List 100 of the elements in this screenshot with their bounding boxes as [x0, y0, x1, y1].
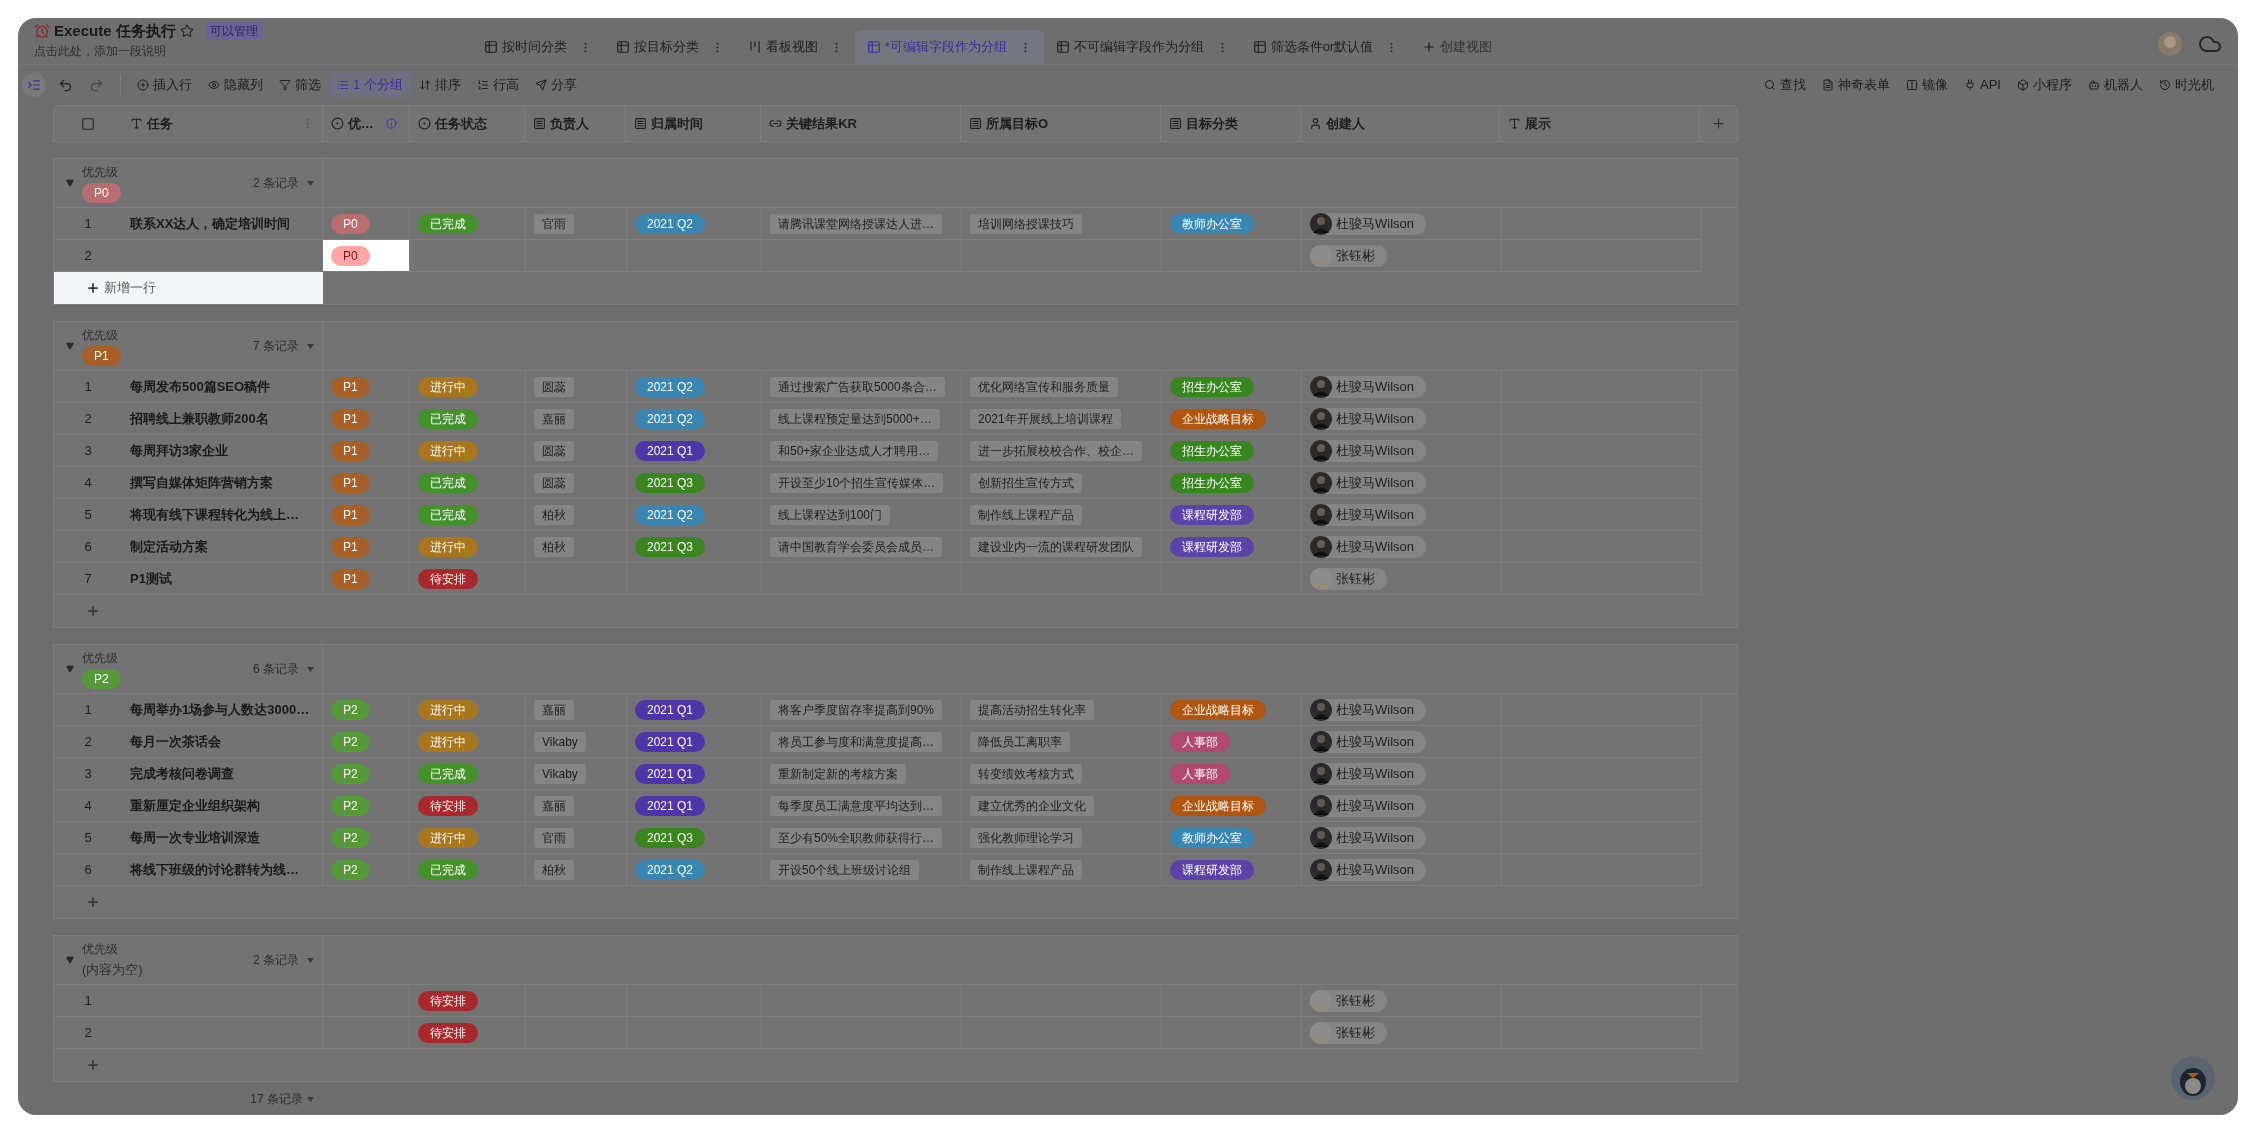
view-tab[interactable]: *可编辑字段作为分组	[854, 30, 1044, 64]
clock-icon	[34, 22, 50, 39]
record-count[interactable]: 6 条记录	[253, 660, 299, 678]
view-tab[interactable]: 按时间分类	[471, 30, 604, 64]
row-number: 2	[84, 1023, 92, 1042]
toolbar-button[interactable]: 查找	[1760, 75, 1811, 95]
table-cell[interactable]: P1	[323, 499, 410, 531]
table-cell[interactable]: P2	[323, 822, 410, 854]
priority-tag: P0	[331, 245, 370, 266]
sidebar-toggle[interactable]	[22, 73, 46, 97]
task-name: 将现有线下课程转化为线上…	[130, 505, 299, 524]
plus-icon	[86, 895, 100, 909]
toolbar-button[interactable]: 行高	[468, 72, 527, 98]
task-name: P1测试	[130, 569, 172, 588]
column-header[interactable]: 展示	[1500, 106, 1701, 141]
member-name: 杜骏马Wilson	[1336, 537, 1414, 556]
table-cell[interactable]: P2	[323, 790, 410, 822]
star-icon[interactable]	[179, 23, 194, 38]
category-tag: 课程研发部	[1170, 504, 1254, 525]
mirror-icon	[1906, 79, 1919, 91]
column-header[interactable]: 所属目标O	[960, 106, 1161, 141]
caret-icon[interactable]	[307, 1096, 314, 1102]
view-tab[interactable]: 筛选条件or默认值	[1240, 30, 1411, 64]
redo-icon[interactable]	[89, 77, 104, 93]
toolbar-button[interactable]: 排序	[410, 72, 469, 98]
view-tab[interactable]: 不可编辑字段作为分组	[1043, 30, 1241, 64]
form-icon	[1822, 79, 1835, 91]
column-header[interactable]: 归属时间	[626, 106, 762, 141]
avatar-icon[interactable]	[2158, 32, 2182, 56]
category-tag: 企业战略目标	[1170, 699, 1266, 720]
table-cell[interactable]: P2	[323, 854, 410, 886]
toolbar-button[interactable]: 筛选	[271, 72, 329, 98]
member-name: 杜骏马Wilson	[1336, 377, 1414, 396]
member-name: 杜骏马Wilson	[1336, 732, 1414, 751]
collapse-icon[interactable]	[66, 665, 74, 673]
group-value-tag: P2	[82, 669, 121, 689]
priority-tag: P2	[331, 859, 370, 880]
add-row-button[interactable]: 新增一行	[54, 272, 323, 304]
undo-icon[interactable]	[58, 77, 73, 93]
column-header[interactable]: 目标分类	[1160, 106, 1301, 141]
member-name: 杜骏马Wilson	[1336, 700, 1414, 719]
column-header[interactable]: 创建人	[1300, 106, 1501, 141]
caret-icon[interactable]	[307, 343, 314, 349]
collapse-icon[interactable]	[66, 342, 74, 350]
view-tab[interactable]: 看板视图	[735, 30, 855, 64]
toolbar-button[interactable]: 1 个分组	[329, 72, 411, 98]
caret-icon[interactable]	[307, 180, 314, 186]
caret-icon[interactable]	[307, 957, 314, 963]
caret-icon[interactable]	[307, 666, 314, 672]
history-icon	[2159, 79, 2171, 91]
linked-record: 线上课程达到100门	[770, 504, 891, 525]
toolbar-button[interactable]: 分享	[526, 72, 585, 98]
member-name: 杜骏马Wilson	[1336, 505, 1414, 524]
category-tag: 教师办公室	[1170, 213, 1254, 234]
table-cell[interactable]: P1	[323, 403, 410, 435]
search-icon	[1764, 79, 1777, 91]
info-icon[interactable]	[385, 118, 397, 129]
mascot-icon[interactable]	[2170, 1055, 2216, 1101]
checkbox[interactable]	[80, 116, 95, 131]
toolbar-button[interactable]: API	[1960, 75, 2005, 95]
column-header[interactable]: 任务	[121, 106, 323, 141]
table-cell[interactable]: P1	[323, 563, 410, 595]
task-name: 制定活动方案	[130, 537, 208, 556]
table-cell[interactable]: P1	[323, 371, 410, 403]
record-count[interactable]: 2 条记录	[253, 951, 299, 969]
table-cell[interactable]: P2	[323, 694, 410, 726]
view-tab[interactable]: 创建视图	[1410, 30, 1505, 64]
table-cell[interactable]: P1	[323, 531, 410, 563]
toolbar-button[interactable]: 镜像	[1902, 75, 1953, 95]
column-header[interactable]: 关键结果KR	[761, 106, 961, 141]
record-count[interactable]: 7 条记录	[253, 337, 299, 355]
column-header[interactable]: 优…	[322, 106, 410, 141]
toolbar-button[interactable]: 时光机	[2155, 75, 2218, 95]
row-number: 3	[84, 764, 92, 783]
status-tag: 进行中	[418, 827, 478, 848]
table-cell[interactable]: P2	[323, 726, 410, 758]
collapse-icon[interactable]	[66, 956, 74, 964]
toolbar-button[interactable]: 小程序	[2013, 75, 2076, 95]
status-tag: 待安排	[418, 568, 478, 589]
add-column-icon[interactable]	[1711, 116, 1727, 131]
collapse-icon[interactable]	[66, 179, 74, 187]
toolbar-button[interactable]: 神奇表单	[1818, 75, 1895, 95]
row-number: 6	[84, 537, 92, 556]
column-header[interactable]: 负责人	[525, 106, 627, 141]
category-tag: 招生办公室	[1170, 472, 1254, 493]
selected-cell[interactable]: P0	[323, 240, 410, 272]
linked-record: 进一步拓展校校合作、校企…	[970, 440, 1142, 461]
group-field: 优先级	[82, 940, 118, 959]
table-cell[interactable]: P1	[323, 435, 410, 467]
lookup-field-icon	[634, 117, 648, 130]
toolbar-button[interactable]: 插入行	[129, 72, 200, 98]
toolbar-button[interactable]: 隐藏列	[200, 72, 271, 98]
table-cell[interactable]: P1	[323, 467, 410, 499]
toolbar-button[interactable]: 机器人	[2084, 75, 2147, 95]
record-count[interactable]: 2 条记录	[253, 174, 299, 192]
table-cell[interactable]: P2	[323, 758, 410, 790]
owner-tag: 官雨	[534, 827, 574, 848]
column-header[interactable]: 任务状态	[409, 106, 526, 141]
total-count[interactable]: 17 条记录	[250, 1090, 303, 1108]
view-tab[interactable]: 按目标分类	[603, 30, 736, 64]
